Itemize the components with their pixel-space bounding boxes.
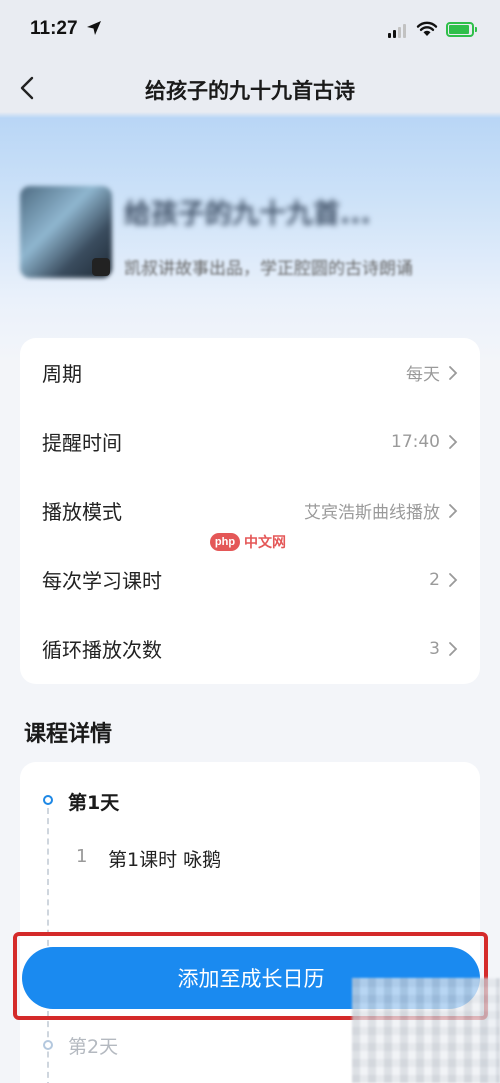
setting-value: 17:40 xyxy=(391,431,440,452)
setting-value: 2 xyxy=(429,569,440,590)
settings-card: 周期 每天 提醒时间 17:40 播放模式 艾宾浩斯曲线播放 每次学习课时 2 … xyxy=(20,338,480,684)
day-label: 第2天 xyxy=(68,1036,119,1058)
timeline-dot-icon xyxy=(43,795,53,805)
audio-badge-icon xyxy=(92,258,110,276)
navigation-bar: 给孩子的九十九首古诗 xyxy=(0,62,500,114)
setting-label: 循环播放次数 xyxy=(42,638,162,662)
page-title: 给孩子的九十九首古诗 xyxy=(145,79,355,103)
setting-row-lessons-per-session[interactable]: 每次学习课时 2 xyxy=(20,545,480,614)
setting-row-loop-count[interactable]: 循环播放次数 3 xyxy=(20,614,480,683)
chevron-right-icon xyxy=(449,365,458,380)
setting-value: 艾宾浩斯曲线播放 xyxy=(304,503,440,523)
status-bar: 11:27 xyxy=(0,0,500,62)
cellular-signal-icon xyxy=(388,24,406,38)
setting-row-reminder-time[interactable]: 提醒时间 17:40 xyxy=(20,407,480,476)
lesson-item[interactable]: 第1课时 咏鹅 xyxy=(108,845,221,872)
battery-charging-icon xyxy=(446,22,477,37)
chevron-right-icon xyxy=(449,434,458,449)
setting-label: 周期 xyxy=(42,362,82,386)
day-label: 第1天 xyxy=(68,792,120,814)
watermark-logo: php xyxy=(210,533,240,551)
setting-label: 每次学习课时 xyxy=(42,569,162,593)
corner-watermark-mosaic xyxy=(352,978,500,1083)
course-title: 给孩子的九十九首... xyxy=(124,199,371,230)
chevron-right-icon xyxy=(449,641,458,656)
setting-label: 提醒时间 xyxy=(42,431,122,455)
course-header: 给孩子的九十九首... 凯叔讲故事出品，学正腔圆的古诗朗诵 xyxy=(20,186,480,282)
site-watermark: php 中文网 xyxy=(210,532,286,552)
course-description: 凯叔讲故事出品，学正腔圆的古诗朗诵 xyxy=(124,259,413,279)
watermark-text: 中文网 xyxy=(244,535,286,551)
setting-row-cycle[interactable]: 周期 每天 xyxy=(20,338,480,407)
chevron-right-icon xyxy=(449,572,458,587)
chevron-right-icon xyxy=(449,503,458,518)
lesson-number: 1 xyxy=(76,846,88,867)
wifi-icon xyxy=(416,21,438,36)
setting-value: 3 xyxy=(429,638,440,659)
location-arrow-icon xyxy=(87,21,101,35)
setting-label: 播放模式 xyxy=(42,500,122,524)
timeline-dot-icon xyxy=(43,1040,53,1050)
course-details-title: 课程详情 xyxy=(24,722,113,747)
status-time: 11:27 xyxy=(30,18,78,39)
setting-value: 每天 xyxy=(406,365,440,385)
